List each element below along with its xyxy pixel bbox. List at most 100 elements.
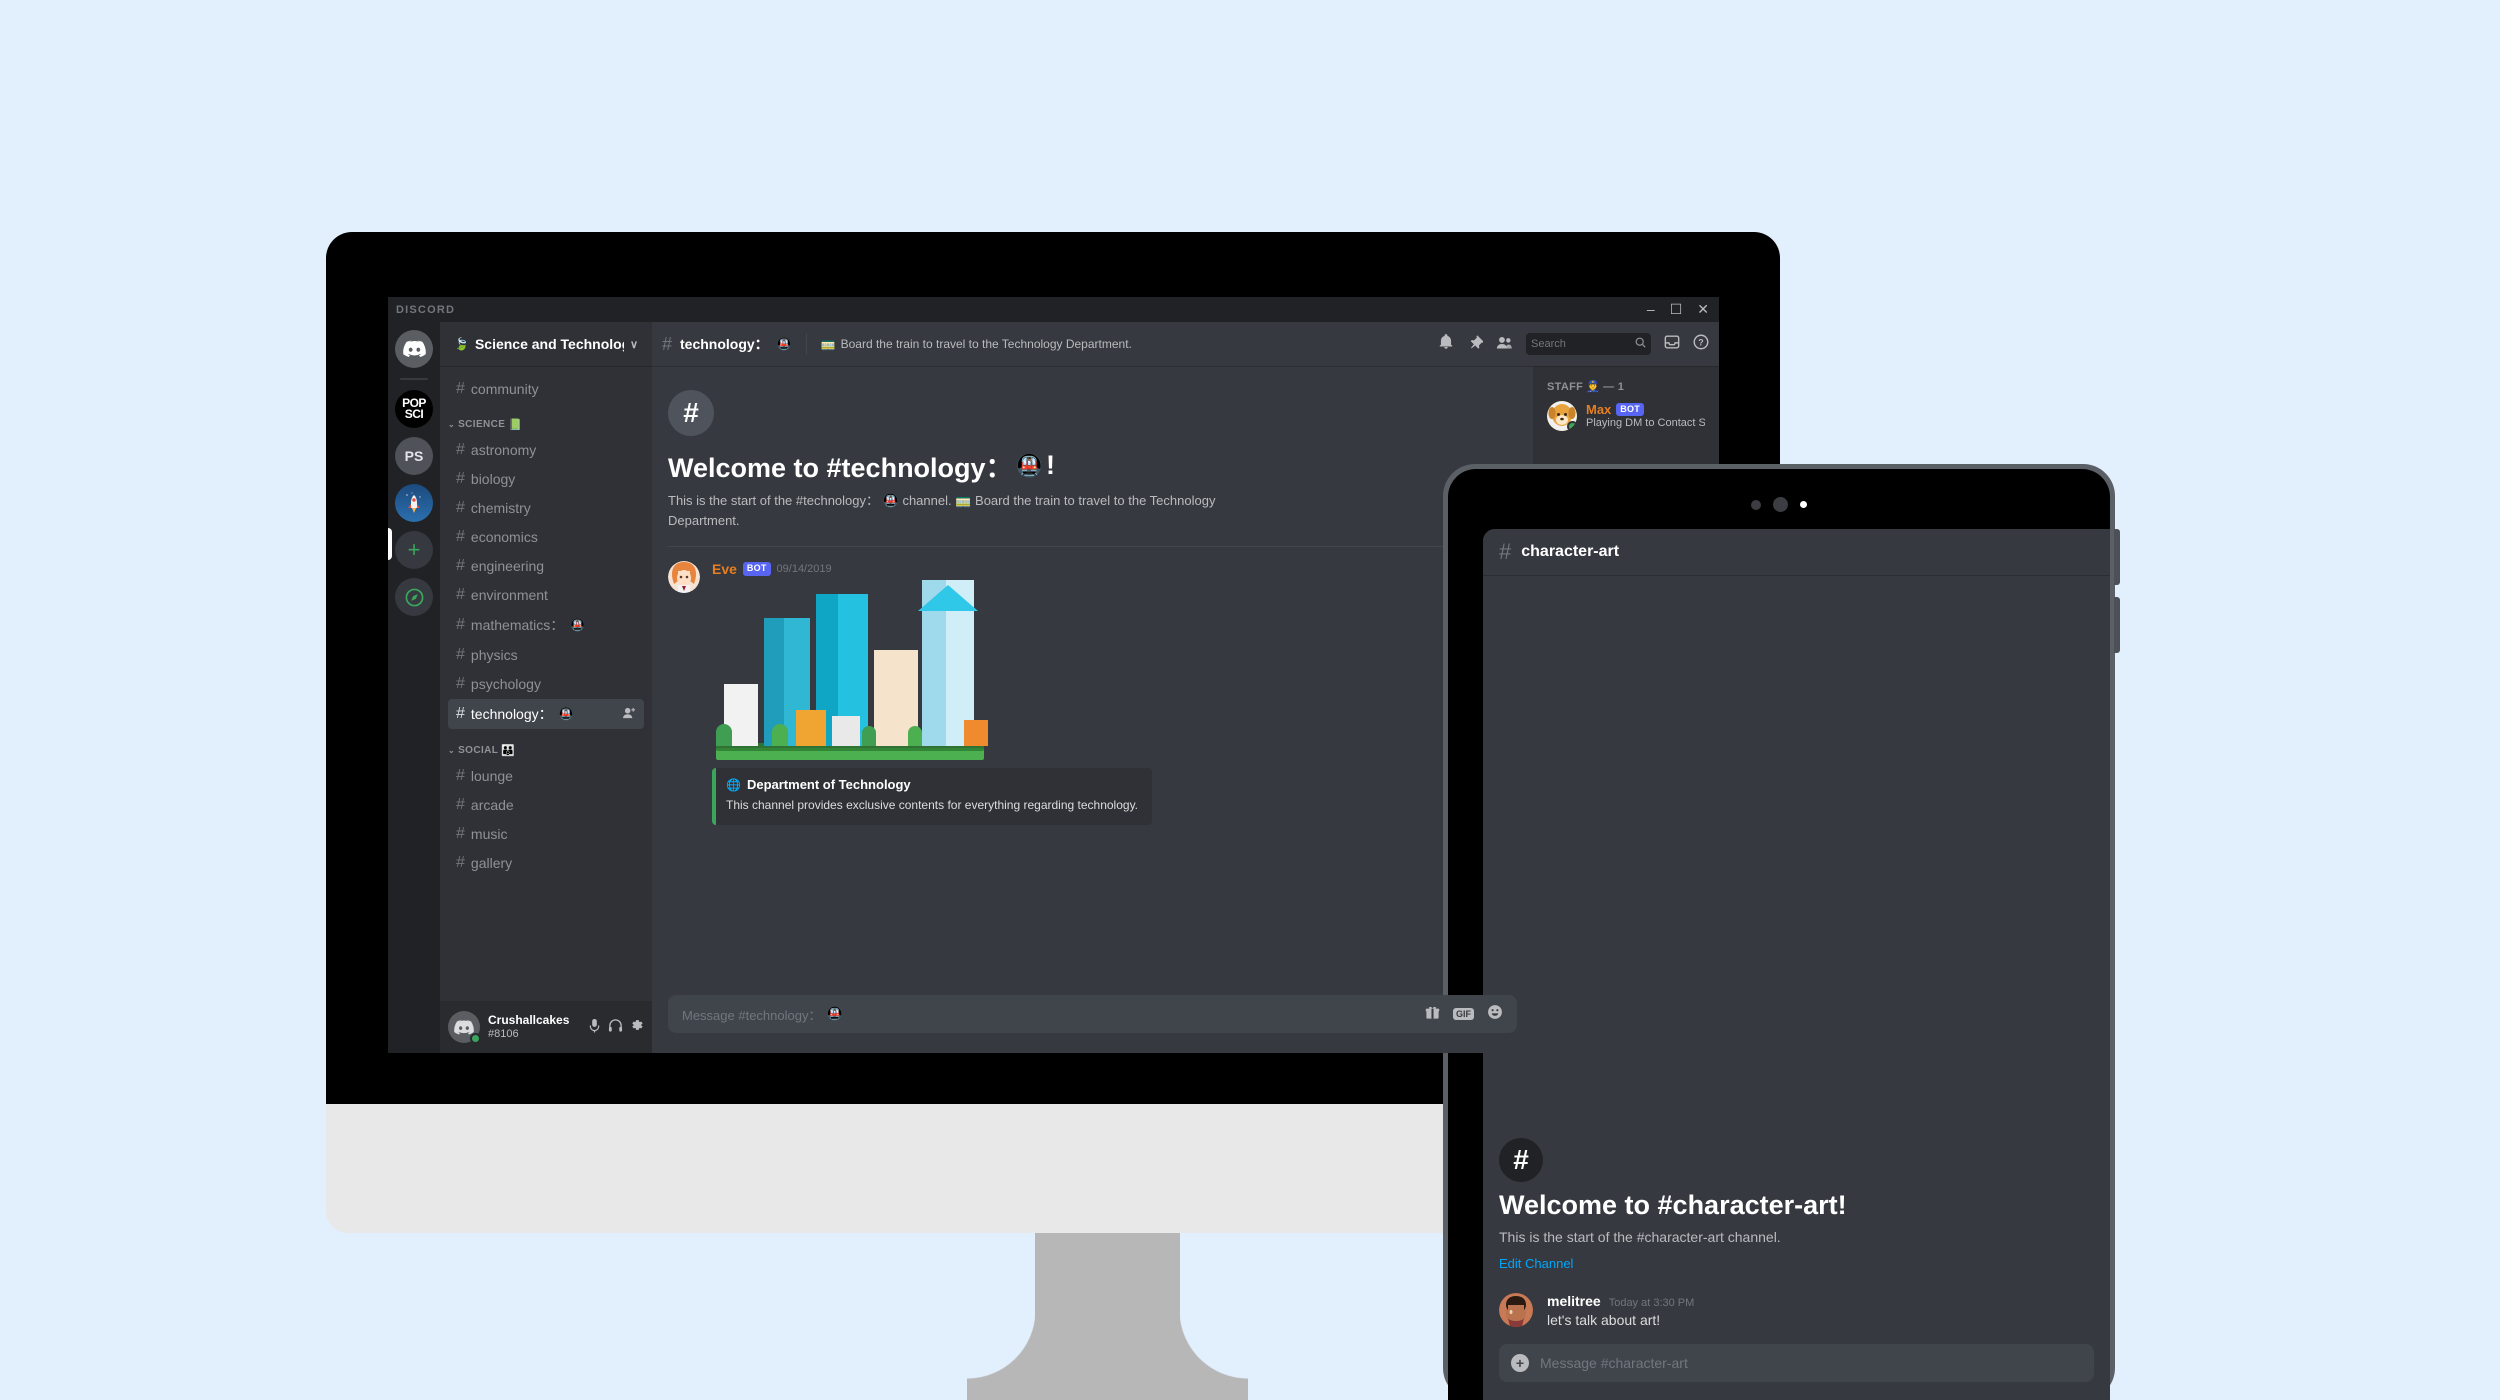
- chevron-down-icon: ∨: [629, 338, 638, 351]
- channel-label: psychology: [470, 676, 541, 692]
- message-placeholder: Message #technology：: [682, 1007, 822, 1023]
- welcome-title-suffix: !: [1045, 450, 1055, 480]
- hash-icon: #: [662, 333, 673, 354]
- channel-item-biology[interactable]: # biology: [448, 465, 644, 493]
- message-author[interactable]: melitree: [1547, 1293, 1601, 1309]
- tablet-volume-up-button[interactable]: [2114, 529, 2120, 585]
- gift-icon[interactable]: [1425, 1005, 1440, 1024]
- inbox-icon[interactable]: [1664, 334, 1680, 354]
- add-member-icon[interactable]: [623, 707, 636, 722]
- active-server-pill: [388, 528, 392, 560]
- channel-item-lounge[interactable]: # lounge: [448, 762, 644, 790]
- close-button[interactable]: ✕: [1697, 299, 1709, 319]
- hash-icon: #: [456, 675, 465, 692]
- hash-icon: #: [456, 586, 465, 603]
- channel-name: technology：: [680, 336, 769, 352]
- welcome-title-text: Welcome to #technology：: [668, 453, 1013, 483]
- message-scroll[interactable]: # Welcome to #technology： 🚇 ! This is th…: [652, 366, 1533, 995]
- channel-label: mathematics：: [470, 617, 565, 633]
- emoji-icon[interactable]: [1487, 1004, 1503, 1024]
- member-row[interactable]: Max BOT Playing DM to Contact Staffs: [1541, 398, 1711, 434]
- channel-item-engineering[interactable]: # engineering: [448, 552, 644, 580]
- server-icon-pop-sci[interactable]: POP SCI: [395, 390, 433, 428]
- user-identity: Crushallcakes #8106: [488, 1014, 580, 1040]
- gear-icon[interactable]: [630, 1018, 644, 1036]
- channel-category-science[interactable]: ⌄ SCIENCE 📗: [440, 404, 652, 435]
- channel-item-economics[interactable]: # economics: [448, 523, 644, 551]
- embed-description: This channel provides exclusive contents…: [726, 798, 1139, 812]
- gif-button[interactable]: GIF: [1453, 1008, 1474, 1020]
- plus-icon[interactable]: +: [1511, 1354, 1529, 1372]
- channel-label: music: [470, 826, 508, 842]
- welcome-title: Welcome to #technology： 🚇 !: [668, 446, 1517, 485]
- maximize-button[interactable]: ☐: [1670, 299, 1683, 319]
- explore-servers-button[interactable]: [395, 578, 433, 616]
- channel-category-social[interactable]: ⌄ SOCIAL 👪: [440, 730, 652, 761]
- tablet-message-input[interactable]: + Message #character-art: [1499, 1344, 2094, 1382]
- server-icon-home[interactable]: [395, 330, 433, 368]
- tablet-message-area[interactable]: # Welcome to #character-art! This is the…: [1483, 575, 2110, 1328]
- tram-emoji: 🚃: [955, 493, 972, 508]
- avatar[interactable]: [668, 561, 700, 593]
- hash-icon: #: [456, 616, 465, 633]
- globe-icon: 🌐: [726, 777, 741, 792]
- channel-label: chemistry: [470, 500, 531, 516]
- minimize-button[interactable]: –: [1647, 299, 1655, 319]
- category-emoji: 📗: [508, 419, 523, 431]
- channel-item-psychology[interactable]: # psychology: [448, 670, 644, 698]
- embed-card[interactable]: 🌐 Department of Technology This channel …: [712, 768, 1152, 826]
- hash-icon: #: [456, 705, 465, 722]
- hash-icon: #: [1499, 539, 1512, 564]
- member-info: Max BOT Playing DM to Contact Staffs: [1586, 402, 1705, 431]
- help-icon[interactable]: ?: [1693, 334, 1709, 354]
- message-input[interactable]: Message #technology： 🚇 GIF: [668, 995, 1517, 1033]
- channel-label: gallery: [470, 855, 513, 871]
- tree: [772, 724, 788, 746]
- search-placeholder: Search: [1531, 338, 1566, 350]
- channel-item-environment[interactable]: # environment: [448, 581, 644, 609]
- small-building: [964, 720, 988, 746]
- channel-item-mathematics[interactable]: # mathematics： 🚇: [448, 610, 644, 640]
- microphone-icon[interactable]: [588, 1018, 601, 1036]
- discord-wordmark: DISCORD: [396, 303, 456, 316]
- city-illustration-attachment[interactable]: [712, 580, 1012, 760]
- welcome-body-before: This is the start of the #technology：: [668, 493, 879, 508]
- server-rail: POP SCI PS +: [388, 322, 440, 1053]
- channel-item-arcade[interactable]: # arcade: [448, 791, 644, 819]
- channel-item-gallery[interactable]: # gallery: [448, 849, 644, 877]
- search-input[interactable]: Search: [1526, 333, 1651, 355]
- message-text: let's talk about art!: [1547, 1312, 1661, 1328]
- tree: [716, 724, 732, 746]
- channel-item-physics[interactable]: # physics: [448, 641, 644, 669]
- avatar[interactable]: [1499, 1293, 1533, 1327]
- category-label: SOCIAL: [458, 745, 499, 756]
- message-header: Eve BOT 09/14/2019: [712, 561, 1517, 577]
- server-icon-ps[interactable]: PS: [395, 437, 433, 475]
- members-icon[interactable]: [1496, 335, 1513, 354]
- guild-badge-icon: 🍃: [454, 337, 469, 351]
- headphones-icon[interactable]: [608, 1018, 623, 1036]
- channel-item-technology[interactable]: # technology： 🚇: [448, 699, 644, 729]
- add-server-button[interactable]: +: [395, 531, 433, 569]
- hash-icon: #: [456, 796, 465, 813]
- bell-icon[interactable]: [1438, 334, 1454, 354]
- pin-icon[interactable]: [1467, 334, 1485, 354]
- avatar[interactable]: [448, 1011, 481, 1044]
- message-placeholder-row: Message #technology： 🚇: [682, 1005, 1419, 1024]
- edit-channel-link[interactable]: Edit Channel: [1499, 1256, 2094, 1271]
- message-author[interactable]: Eve: [712, 561, 737, 577]
- channel-label: arcade: [470, 797, 514, 813]
- guild-header[interactable]: 🍃 Science and Technology ∨: [440, 322, 652, 366]
- server-icon-rocket-active[interactable]: [395, 484, 433, 522]
- train-emoji: 🚇: [558, 707, 574, 721]
- welcome-hash-icon: #: [668, 390, 714, 436]
- channel-item-chemistry[interactable]: # chemistry: [448, 494, 644, 522]
- channel-topic[interactable]: 🚃 Board the train to travel to the Techn…: [821, 337, 1430, 351]
- channel-item-music[interactable]: # music: [448, 820, 644, 848]
- police-officer-emoji: 👮: [1586, 381, 1601, 393]
- channel-item-community[interactable]: # community: [448, 375, 644, 403]
- channel-item-astronomy[interactable]: # astronomy: [448, 436, 644, 464]
- topic-text: Board the train to travel to the Technol…: [840, 337, 1132, 351]
- channel-label: biology: [470, 471, 516, 487]
- tablet-volume-down-button[interactable]: [2114, 597, 2120, 653]
